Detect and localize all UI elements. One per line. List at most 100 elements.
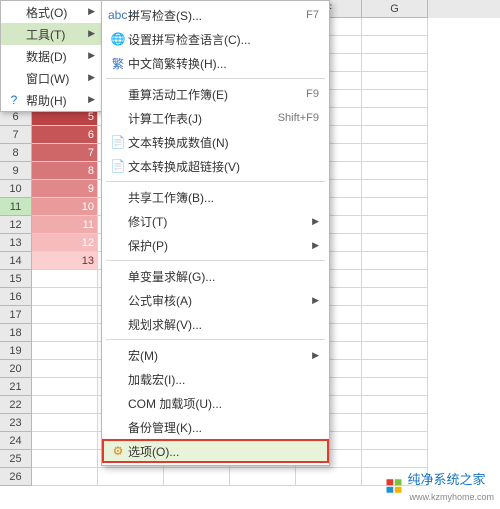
submenu-item[interactable]: 单变量求解(G)... — [102, 264, 329, 288]
submenu-item[interactable]: 保护(P)▶ — [102, 233, 329, 257]
menu-item[interactable]: 格式(O)▶ — [1, 1, 101, 23]
cell[interactable] — [362, 288, 428, 306]
menu-item-label: 帮助(H) — [26, 92, 67, 109]
cell[interactable] — [164, 468, 230, 486]
cell[interactable] — [362, 342, 428, 360]
cell[interactable]: 13 — [32, 252, 98, 270]
cell[interactable] — [32, 432, 98, 450]
cell[interactable]: 9 — [32, 180, 98, 198]
row-head[interactable]: 15 — [0, 270, 32, 288]
cell[interactable] — [32, 414, 98, 432]
cell[interactable] — [362, 432, 428, 450]
menu-item[interactable]: 窗口(W)▶ — [1, 67, 101, 89]
menu-item[interactable]: 数据(D)▶ — [1, 45, 101, 67]
submenu-item[interactable]: 重算活动工作簿(E)F9 — [102, 82, 329, 106]
submenu-item[interactable]: ⚙选项(O)... — [102, 439, 329, 463]
row-head[interactable]: 25 — [0, 450, 32, 468]
cell[interactable] — [362, 90, 428, 108]
cell[interactable]: 8 — [32, 162, 98, 180]
cell[interactable] — [32, 342, 98, 360]
row-head[interactable]: 8 — [0, 144, 32, 162]
row-head[interactable]: 23 — [0, 414, 32, 432]
submenu-item[interactable]: 计算工作表(J)Shift+F9 — [102, 106, 329, 130]
cell[interactable] — [362, 144, 428, 162]
cell[interactable] — [362, 270, 428, 288]
submenu-item-label: 计算工作表(J) — [128, 110, 278, 127]
submenu-item[interactable]: 备份管理(K)... — [102, 415, 329, 439]
submenu-item[interactable]: 修订(T)▶ — [102, 209, 329, 233]
submenu-item[interactable]: 繁中文简繁转换(H)... — [102, 51, 329, 75]
cell[interactable] — [296, 468, 362, 486]
cell[interactable] — [362, 396, 428, 414]
cell[interactable] — [230, 468, 296, 486]
cell[interactable] — [362, 414, 428, 432]
row-head[interactable]: 19 — [0, 342, 32, 360]
cell[interactable] — [362, 234, 428, 252]
submenu-item[interactable]: 📄文本转换成数值(N) — [102, 130, 329, 154]
cell[interactable] — [362, 72, 428, 90]
cell[interactable] — [32, 270, 98, 288]
row-head[interactable]: 14 — [0, 252, 32, 270]
cell[interactable] — [362, 180, 428, 198]
row-head[interactable]: 9 — [0, 162, 32, 180]
menu-item[interactable]: ?帮助(H)▶ — [1, 89, 101, 111]
cell[interactable] — [362, 18, 428, 36]
cell[interactable] — [362, 216, 428, 234]
submenu-item[interactable]: COM 加载项(U)... — [102, 391, 329, 415]
cell[interactable] — [362, 306, 428, 324]
menu-separator — [106, 181, 325, 182]
menu-item[interactable]: 工具(T)▶ — [1, 23, 101, 45]
cell[interactable]: 6 — [32, 126, 98, 144]
row-head[interactable]: 17 — [0, 306, 32, 324]
row-head[interactable]: 21 — [0, 378, 32, 396]
submenu-item[interactable]: abc✓拼写检查(S)...F7 — [102, 3, 329, 27]
cell[interactable] — [362, 324, 428, 342]
submenu-item[interactable]: 公式审核(A)▶ — [102, 288, 329, 312]
row-head[interactable]: 16 — [0, 288, 32, 306]
row-head[interactable]: 10 — [0, 180, 32, 198]
cell[interactable] — [362, 162, 428, 180]
cell[interactable] — [32, 468, 98, 486]
cell[interactable] — [362, 198, 428, 216]
cell[interactable] — [32, 288, 98, 306]
cell[interactable] — [362, 108, 428, 126]
tools-submenu: abc✓拼写检查(S)...F7🌐设置拼写检查语言(C)...繁中文简繁转换(H… — [101, 0, 330, 466]
cell[interactable] — [362, 360, 428, 378]
cell[interactable] — [362, 252, 428, 270]
row-head[interactable]: 12 — [0, 216, 32, 234]
cell[interactable]: 11 — [32, 216, 98, 234]
submenu-item[interactable]: 加载宏(I)... — [102, 367, 329, 391]
row-head[interactable]: 18 — [0, 324, 32, 342]
cell[interactable] — [362, 36, 428, 54]
submenu-item[interactable]: 🌐设置拼写检查语言(C)... — [102, 27, 329, 51]
cell[interactable] — [32, 450, 98, 468]
row-head[interactable]: 22 — [0, 396, 32, 414]
col-head-G[interactable]: G — [362, 0, 428, 18]
cell[interactable] — [32, 396, 98, 414]
row-head[interactable]: 20 — [0, 360, 32, 378]
row-head[interactable]: 13 — [0, 234, 32, 252]
cell[interactable] — [362, 54, 428, 72]
cell[interactable] — [98, 468, 164, 486]
submenu-item[interactable]: 宏(M)▶ — [102, 343, 329, 367]
submenu-item-label: 选项(O)... — [128, 443, 319, 460]
row-head[interactable]: 11 — [0, 198, 32, 216]
menu-separator — [106, 339, 325, 340]
cell[interactable] — [32, 306, 98, 324]
cell[interactable]: 12 — [32, 234, 98, 252]
cell[interactable]: 7 — [32, 144, 98, 162]
cell[interactable] — [32, 378, 98, 396]
row-head[interactable]: 7 — [0, 126, 32, 144]
row-head[interactable]: 24 — [0, 432, 32, 450]
cell[interactable] — [32, 360, 98, 378]
submenu-item[interactable]: 📄文本转换成超链接(V) — [102, 154, 329, 178]
cell[interactable]: 10 — [32, 198, 98, 216]
submenu-item[interactable]: 规划求解(V)... — [102, 312, 329, 336]
submenu-item-label: 修订(T) — [128, 213, 308, 230]
row-head[interactable]: 26 — [0, 468, 32, 486]
submenu-item[interactable]: 共享工作簿(B)... — [102, 185, 329, 209]
cell[interactable] — [362, 126, 428, 144]
cell[interactable] — [362, 378, 428, 396]
cell[interactable] — [32, 324, 98, 342]
cell[interactable] — [362, 450, 428, 468]
